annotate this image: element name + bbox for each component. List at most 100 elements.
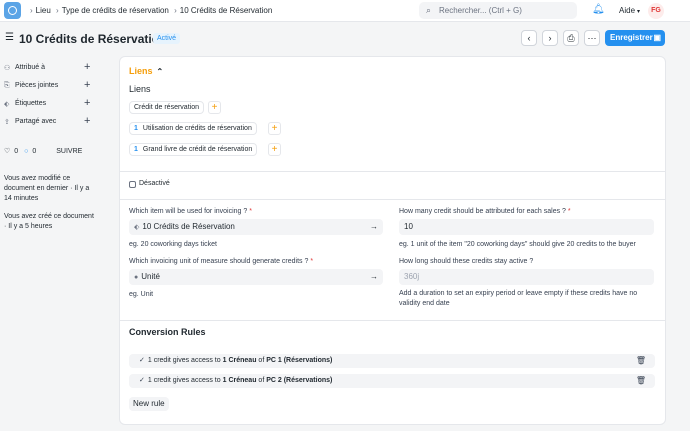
add-attachment-icon[interactable]: + <box>84 79 90 91</box>
search-box[interactable]: ⌕ <box>419 2 577 19</box>
required-mark: * <box>567 208 571 215</box>
previous-button[interactable]: ‹ <box>521 30 537 46</box>
disabled-label: Désactivé <box>139 180 170 187</box>
chevron-down-icon: ▾ <box>637 9 641 15</box>
rule-unit: Créneau <box>228 357 257 364</box>
item-label-text: Which item will be used for invoicing ? <box>129 208 248 215</box>
link-group-usage[interactable]: 1 Utilisation de crédits de réservation <box>129 122 257 135</box>
links-section-title: Liens <box>129 66 153 76</box>
breadcrumb-item-lieu[interactable]: Lieu <box>36 6 51 15</box>
share-icon: ⇪ <box>4 119 10 126</box>
link-group-label: Crédit de réservation <box>134 104 199 111</box>
print-button[interactable]: ⎙ <box>563 30 579 46</box>
comment-icon[interactable]: ○ <box>24 148 28 155</box>
link-group-ledger[interactable]: 1 Grand livre de crédit de réservation <box>129 143 258 156</box>
add-tag-icon[interactable]: + <box>84 97 90 109</box>
top-navbar: › Lieu › Type de crédits de réservation › 1… <box>0 0 690 22</box>
activity-created: Vous avez créé ce document · Il y a 5 he… <box>4 213 94 230</box>
credits-field-label: How many credit should be attributed for… <box>399 208 571 215</box>
tag-icon: ⬖ <box>4 101 10 108</box>
required-mark: * <box>249 208 252 215</box>
new-rule-button[interactable]: New rule <box>129 397 169 411</box>
sidebar-item-assigned[interactable]: ⚇ Attribué à + <box>4 60 114 78</box>
document-stats: ♡ 0 ○ 0 SUIVRE <box>4 147 86 155</box>
save-label: Enregistrer <box>610 33 653 42</box>
add-share-icon[interactable]: + <box>84 115 90 127</box>
arrow-right-icon[interactable]: → <box>370 219 378 235</box>
comments-count: 0 <box>32 148 37 155</box>
paperclip-icon: ⎘ <box>4 82 10 89</box>
breadcrumb-item-current[interactable]: 10 Crédits de Réservation <box>180 6 273 15</box>
breadcrumb: › Lieu › Type de crédits de réservation › 1… <box>27 6 272 15</box>
link-group-credit[interactable]: Crédit de réservation <box>129 101 204 114</box>
links-section-header[interactable]: Liens ⌃ <box>129 66 163 76</box>
item-help: eg. 20 coworking days ticket <box>129 241 217 248</box>
add-ledger-button[interactable]: + <box>268 143 281 156</box>
conversion-rule-row[interactable]: ✓ 1 credit gives access to 1 Créneau of P… <box>129 354 655 368</box>
help-dropdown[interactable]: Aide ▾ <box>619 6 640 15</box>
uom-field[interactable]: ● Unité → <box>129 269 383 285</box>
validity-placeholder: 360j <box>404 272 420 281</box>
status-badge: Activé <box>153 33 181 44</box>
link-count: 1 <box>134 146 138 153</box>
uom-label-text: Which invoicing unit of measure should g… <box>129 258 309 265</box>
next-button[interactable]: › <box>542 30 558 46</box>
tag-icon: ⬖ <box>134 224 140 231</box>
link-group-label: Utilisation de crédits de réservation <box>142 125 252 132</box>
credits-field[interactable]: 10 <box>399 219 654 235</box>
section-divider <box>120 171 665 172</box>
avatar[interactable]: FG <box>648 3 664 19</box>
check-icon: ✓ <box>139 377 145 384</box>
trash-icon[interactable]: 🗑︎ <box>636 374 646 388</box>
disabled-checkbox[interactable] <box>129 181 136 188</box>
breadcrumb-item-type[interactable]: Type de crédits de réservation <box>62 6 169 15</box>
uom-help: eg. Unit <box>129 291 154 298</box>
assign-icon: ⚇ <box>4 65 11 72</box>
chevron-right-icon: › <box>56 6 59 15</box>
search-input[interactable] <box>439 2 573 19</box>
app-logo[interactable] <box>4 2 21 19</box>
rule-of: of <box>258 357 265 364</box>
validity-field-label: How long should these credits stay activ… <box>399 258 534 265</box>
required-mark: * <box>310 258 314 265</box>
credits-value: 10 <box>404 222 413 231</box>
section-divider <box>120 199 665 200</box>
section-divider <box>120 320 665 321</box>
credits-label-text: How many credit should be attributed for… <box>399 208 566 215</box>
rule-target: PC 1 (Réservations) <box>266 357 333 364</box>
add-usage-button[interactable]: + <box>268 122 281 135</box>
heart-icon[interactable]: ♡ <box>4 148 10 155</box>
sidebar-item-label: Étiquettes <box>15 100 47 107</box>
bell-icon[interactable]: 🔔︎ <box>592 4 605 15</box>
sidebar-item-shared[interactable]: ⇪ Partagé avec + <box>4 114 114 132</box>
arrow-right-icon[interactable]: → <box>370 269 378 285</box>
rule-prefix: 1 credit gives access to <box>147 357 221 364</box>
conversion-rules-title: Conversion Rules <box>129 327 206 337</box>
sidebar-item-tags[interactable]: ⬖ Étiquettes + <box>4 96 114 114</box>
form-card: Liens ⌃ Liens Crédit de réservation + 1 Ut… <box>119 56 666 425</box>
follow-button[interactable]: SUIVRE <box>56 148 82 155</box>
form-sidebar: ⚇ Attribué à + ⎘ Pièces jointes + ⬖ Étiq… <box>4 60 114 132</box>
item-field[interactable]: ⬖ 10 Crédits de Réservation → <box>129 219 383 235</box>
sidebar-item-label: Pièces jointes <box>15 82 59 89</box>
check-icon: ✓ <box>139 357 145 364</box>
save-icon: ▣ <box>653 33 661 42</box>
validity-field[interactable]: 360j <box>399 269 654 285</box>
page-header: ☰ 10 Crédits de Réservation Activé ‹ › ⎙… <box>0 28 690 50</box>
more-menu-button[interactable]: ⋯ <box>584 30 600 46</box>
add-assign-icon[interactable]: + <box>84 61 90 73</box>
help-label: Aide <box>619 6 636 15</box>
trash-icon[interactable]: 🗑︎ <box>636 354 646 368</box>
add-credit-button[interactable]: + <box>208 101 221 114</box>
save-button[interactable]: Enregistrer ▣ <box>605 30 665 46</box>
uom-value: Unité <box>141 272 160 281</box>
rule-unit: Créneau <box>228 377 257 384</box>
rule-qty: 1 <box>222 377 227 384</box>
sidebar-toggle-icon[interactable]: ☰ <box>5 32 14 43</box>
validity-help: Add a duration to set an expiry period o… <box>399 290 638 307</box>
link-group-label: Grand livre de crédit de réservation <box>142 146 253 153</box>
conversion-rule-row[interactable]: ✓ 1 credit gives access to 1 Créneau of P… <box>129 374 655 388</box>
activity-modified: Vous avez modifié ce document en dernier… <box>4 175 90 202</box>
sidebar-item-label: Attribué à <box>15 64 45 71</box>
sidebar-item-attachments[interactable]: ⎘ Pièces jointes + <box>4 78 114 96</box>
